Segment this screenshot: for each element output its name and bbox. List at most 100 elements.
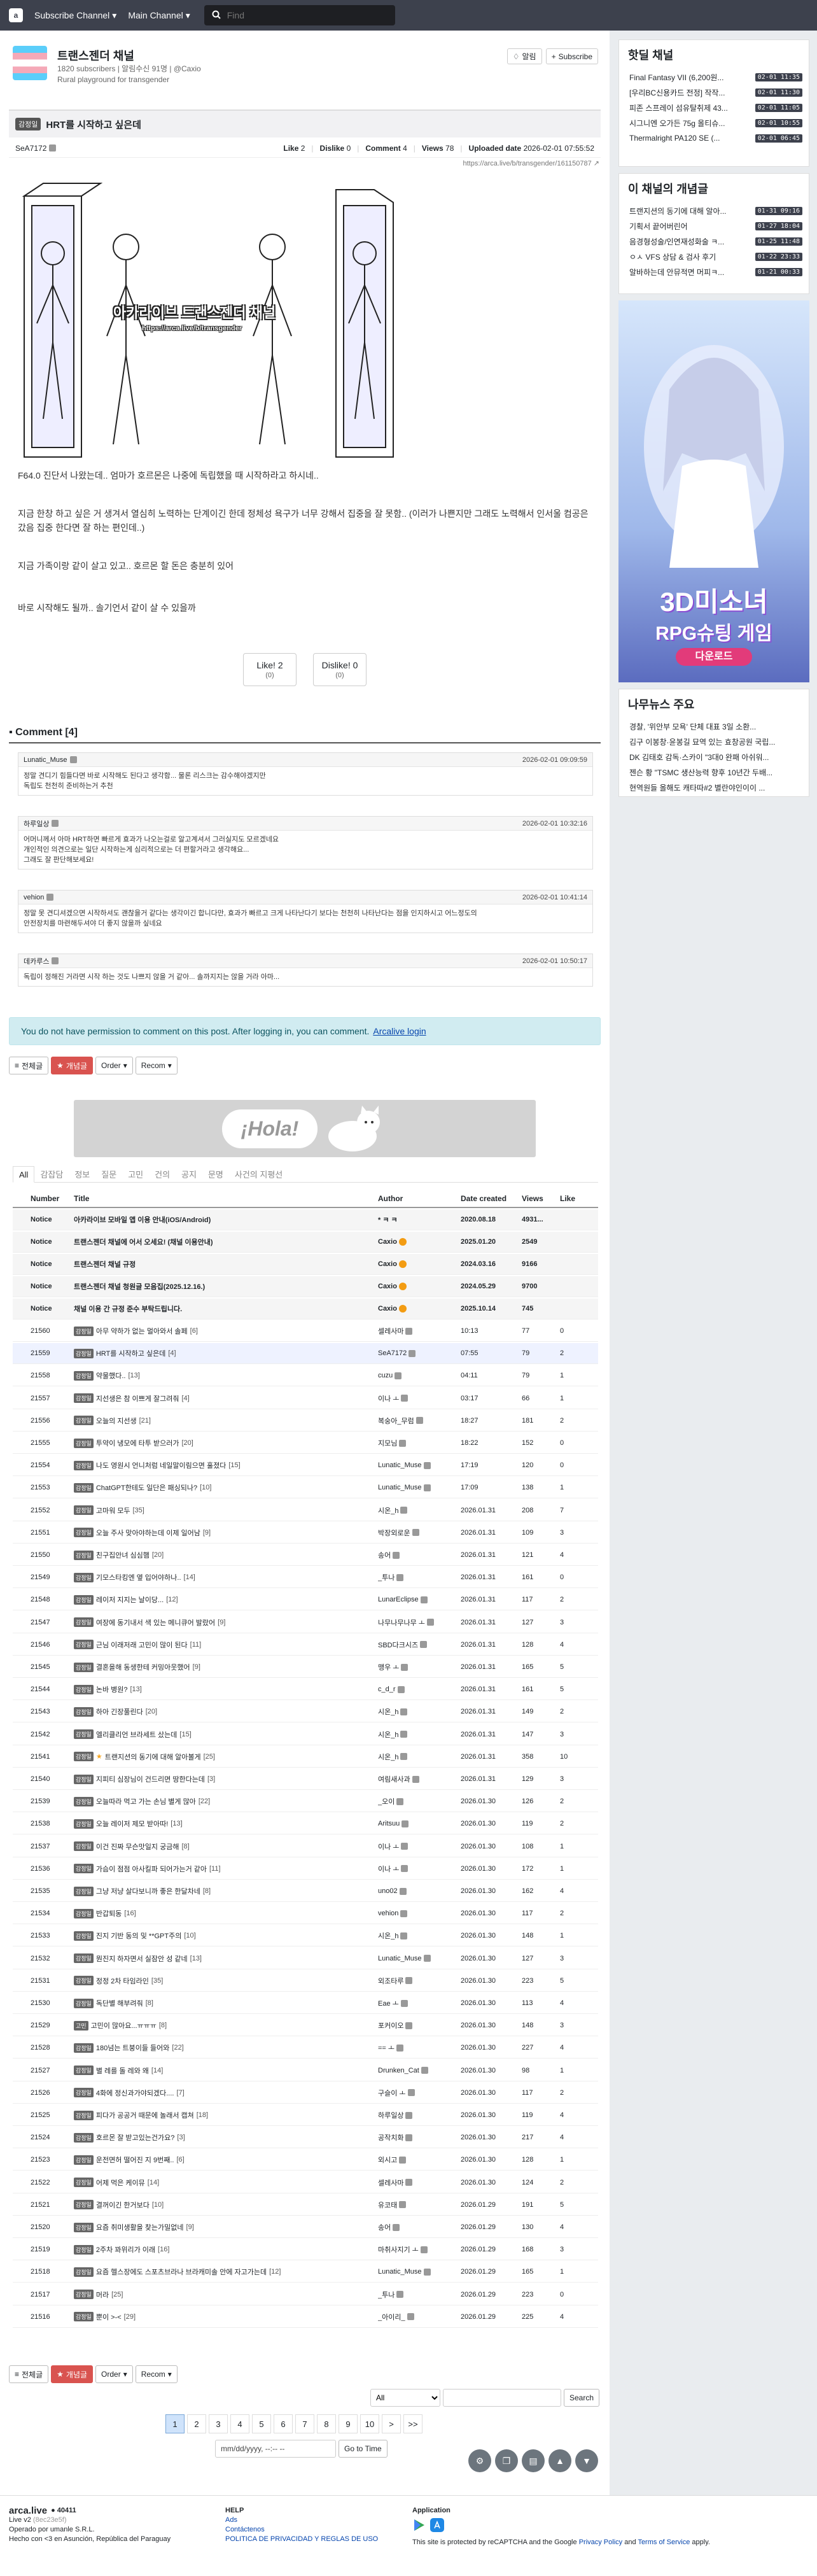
row-category-badge[interactable]: 감정일	[74, 1796, 94, 1806]
page-9[interactable]: 9	[339, 2414, 358, 2433]
row-author[interactable]: 마취사지기 ㅗ	[378, 2244, 461, 2255]
row-title[interactable]: 감정일 뭔진지 하자면서 실잠안 성 같네 [13]	[70, 1953, 378, 1964]
news-item[interactable]: DK 김태호 감독·스카이 "3대0 완패 아쉬워...	[619, 749, 809, 764]
sidebar-item[interactable]: 트랜지션의 동기에 대해 알아... 01-31 09:16	[619, 203, 809, 218]
all-posts-button[interactable]: ≡ 전체글	[9, 1057, 49, 1074]
row-category-badge[interactable]: 감정일	[74, 1393, 94, 1404]
search-icon[interactable]	[212, 10, 221, 21]
page-5[interactable]: 5	[252, 2414, 271, 2433]
row-category-badge[interactable]: 감정일	[74, 1976, 94, 1986]
channel-logo[interactable]	[13, 46, 47, 80]
row-category-badge[interactable]: 감정일	[74, 2043, 94, 2053]
row-category-badge[interactable]: 감정일	[74, 1482, 94, 1493]
table-row[interactable]: 21526 감정일 4화에 정신과가야되겠다.... [7] 구슬이 ㅗ 2026.01.…	[13, 2083, 598, 2104]
recom-select[interactable]: Recom ▾	[135, 2365, 178, 2383]
page-4[interactable]: 4	[230, 2414, 249, 2433]
tab-info[interactable]: 정보	[69, 1165, 95, 1182]
row-title[interactable]: 감정일 ★ 트랜지션의 동기에 대해 알아볼게 [25]	[70, 1752, 378, 1762]
tab-chat[interactable]: 감잡담	[34, 1165, 69, 1182]
row-category-badge[interactable]: 감정일	[74, 2132, 94, 2143]
table-row[interactable]: 21543 감정일 하아 긴장풀린다 [20] 시온_h 2026.01.31 149 2	[13, 1701, 598, 1723]
row-author[interactable]: c_d_r	[378, 1686, 461, 1693]
row-title[interactable]: 감정일 피다가 공공거 때문에 놀래서 캡쳐 [18]	[70, 2110, 378, 2120]
row-title[interactable]: 감정일 2주차 꽈위리가 이래 [16]	[70, 2244, 378, 2255]
row-author[interactable]: == ㅗ	[378, 2043, 461, 2053]
row-author[interactable]: Aritsuu	[378, 1820, 461, 1827]
row-author[interactable]: _투나	[378, 2290, 461, 2300]
row-author[interactable]: 이나 ㅗ	[378, 1864, 461, 1874]
row-category-badge[interactable]: 감정일	[74, 1841, 94, 1852]
table-row[interactable]: 21557 감정일 지선생은 참 이쁘게 잘그려줘 [4] 이나 ㅗ 03:17 66 1	[13, 1388, 598, 1409]
row-category-badge[interactable]: 감정일	[74, 1662, 94, 1672]
table-row[interactable]: 21535 감정일 그냥 저냥 살다보니까 좋은 한달차네 [8] uno02 2026.…	[13, 1881, 598, 1902]
table-row[interactable]: 21555 감정일 투약이 냉모에 타투 받으러가 [20] 지모님 18:22 152 0	[13, 1433, 598, 1454]
sidebar-item[interactable]: 시그니엔 오가든 75g 올티슈... 02-01 10:55	[619, 115, 809, 130]
row-title[interactable]: 감정일 아무 약하가 없는 멀아와서 솔페 [6]	[70, 1326, 378, 1336]
article-link[interactable]: https://arca.live/b/transgender/16115078…	[463, 159, 600, 167]
hotdeal-title[interactable]: 핫딜 채널	[619, 40, 809, 69]
footer-privacy-link[interactable]: Privacy Policy	[579, 2538, 622, 2546]
row-author[interactable]: 맹우 ㅗ	[378, 1662, 461, 1672]
row-title[interactable]: 감정일 근님 이래저래 고민이 많이 된다 [11]	[70, 1640, 378, 1650]
table-row[interactable]: 21528 감정일 180넘는 트붕이들 들어와 [22] == ㅗ 2026.01.30…	[13, 2038, 598, 2059]
table-row[interactable]: 21552 감정일 고마워 모두 [35] 시온_h 2026.01.31 208 7	[13, 1500, 598, 1521]
row-title[interactable]: 트랜스젠더 채널에 어서 오세요! (채널 이용안내)	[70, 1237, 378, 1247]
main-channel-menu[interactable]: Main Channel ▾	[128, 10, 190, 21]
row-author[interactable]: 외조타루	[378, 1976, 461, 1986]
tab-civilization[interactable]: 문명	[202, 1165, 229, 1182]
table-row[interactable]: 21560 감정일 아무 약하가 없는 멀아와서 솔페 [6] 셀레사마 10:13 77 0	[13, 1321, 598, 1342]
table-row[interactable]: 21516 감정일 뿐이 >-< [29] _아이리_ 2026.01.29 225 4	[13, 2307, 598, 2328]
table-row[interactable]: 21542 감정일 엘리클리언 브라세트 샀는데 [15] 시온_h 2026.01.31…	[13, 1724, 598, 1745]
page-6[interactable]: 6	[274, 2414, 293, 2433]
table-row[interactable]: 21539 감정일 오늘따라 먹고 가는 손님 별게 많아 [22] _오이 2026.0…	[13, 1791, 598, 1813]
row-title[interactable]: 감정일 이건 진짜 무슨맛일지 궁금해 [8]	[70, 1841, 378, 1852]
notice-row[interactable]: Notice 트랜스젠더 채널 청원글 모음집(2025.12.16.) Caxio…	[13, 1276, 598, 1297]
row-author[interactable]: LunarEclipse	[378, 1596, 461, 1603]
table-row[interactable]: 21530 감정일 독단별 해부려줘 [8] Eae ㅗ 2026.01.30 113 4	[13, 1993, 598, 2014]
order-select[interactable]: Order ▾	[95, 1057, 133, 1074]
best-posts-title[interactable]: 이 채널의 개념글	[619, 174, 809, 203]
news-item[interactable]: 김구 이봉창·윤봉길 묘역 있는 효창공원 국립...	[619, 734, 809, 749]
table-row[interactable]: 21545 감정일 결혼을해 동생한테 커밍아웃했어 [9] 맹우 ㅗ 2026.01.3…	[13, 1657, 598, 1678]
row-category-badge[interactable]: 고민	[74, 2020, 88, 2031]
google-play-icon[interactable]	[412, 2518, 426, 2535]
footer-ads-link[interactable]: Ads	[225, 2516, 378, 2525]
search-button[interactable]: Search	[564, 2389, 600, 2407]
row-author[interactable]: SBD다크시즈	[378, 1640, 461, 1650]
row-title[interactable]: 감정일 결꺼이긴 한거보다 [10]	[70, 2200, 378, 2210]
row-author[interactable]: _아이리_	[378, 2312, 461, 2322]
row-author[interactable]: 시온_h	[378, 1729, 461, 1740]
table-row[interactable]: 21536 감정일 가슴이 점점 아사킬파 되어가는거 같아 [11] 이나 ㅗ 2026…	[13, 1859, 598, 1880]
row-title[interactable]: 트랜스젠더 채널 규정	[70, 1259, 378, 1269]
notify-button[interactable]: ♢ 알림	[506, 48, 542, 64]
comment-author[interactable]: 하루일상	[24, 819, 49, 829]
row-category-badge[interactable]: 감정일	[74, 1640, 94, 1650]
table-row[interactable]: 21522 감정일 어제 먹은 케이뮤 [14] 셀레사마 2026.01.30 124 2	[13, 2172, 598, 2193]
footer-privacy-rules-link[interactable]: POLITICA DE PRIVACIDAD Y REGLAS DE USO	[225, 2535, 378, 2544]
row-title[interactable]: 감정일 독단별 해부려줘 [8]	[70, 1998, 378, 2008]
app-store-icon[interactable]	[430, 2518, 444, 2535]
row-title[interactable]: 고민 고민이 많아요...ㅠㅠㅠ [8]	[70, 2020, 378, 2031]
scroll-down-icon[interactable]: ▼	[575, 2449, 598, 2472]
table-row[interactable]: 21534 감정일 반갑퇴동 [16] vehion 2026.01.30 117 2	[13, 1903, 598, 1925]
copy-icon[interactable]: ❐	[495, 2449, 518, 2472]
table-row[interactable]: 21529 고민 고민이 많아요...ㅠㅠㅠ [8] 포커이오 2026.01.30 148…	[13, 2015, 598, 2037]
row-author[interactable]: 송어	[378, 1550, 461, 1560]
page-7[interactable]: 7	[295, 2414, 314, 2433]
date-time-input[interactable]: mm/dd/yyyy, --:-- --	[215, 2440, 336, 2458]
row-author[interactable]: Eae ㅗ	[378, 1998, 461, 2008]
table-row[interactable]: 21553 감정일 ChatGPT한테도 일단은 패싱되나? [10] Lunatic_…	[13, 1477, 598, 1499]
table-row[interactable]: 21558 감정일 약물했다.. [13] cuzu 04:11 79 1	[13, 1365, 598, 1387]
row-title[interactable]: 감정일 여장에 동기내서 색 있는 메니큐어 발랐어 [9]	[70, 1617, 378, 1628]
go-to-time-button[interactable]: Go to Time	[339, 2440, 388, 2458]
row-author[interactable]: Lunatic_Muse	[378, 1955, 461, 1962]
row-title[interactable]: 감정일 반갑퇴동 [16]	[70, 1908, 378, 1918]
login-link[interactable]: Arcalive login	[373, 1026, 426, 1036]
row-category-badge[interactable]: 감정일	[74, 1953, 94, 1964]
table-row[interactable]: 21538 감정일 오늘 레이저 제모 받아따! [13] Aritsuu 2026.01…	[13, 1813, 598, 1835]
table-row[interactable]: 21556 감정일 오늘의 지선생 [21] 복숭아_무럼 18:27 181 2	[13, 1411, 598, 1432]
row-author[interactable]: 하루일상	[378, 2110, 461, 2120]
table-row[interactable]: 21551 감정일 오늘 주사 맞아야하는데 이제 일어남 [9] 박장외로운 2026.…	[13, 1523, 598, 1544]
sidebar-item[interactable]: 피존 스프레이 섬유탈취제 43... 02-01 11:05	[619, 100, 809, 115]
row-category-badge[interactable]: 감정일	[74, 1998, 94, 2008]
